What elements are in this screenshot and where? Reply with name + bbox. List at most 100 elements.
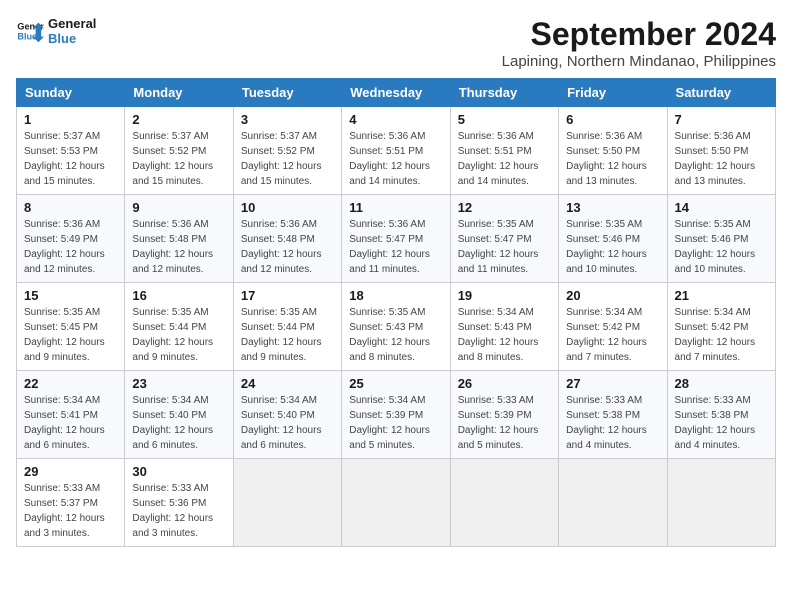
day-info: Sunrise: 5:35 AMSunset: 5:46 PMDaylight:… xyxy=(566,217,659,277)
day-number: 9 xyxy=(132,200,225,215)
day-info: Sunrise: 5:36 AMSunset: 5:50 PMDaylight:… xyxy=(675,129,768,189)
calendar-header-tuesday: Tuesday xyxy=(233,79,341,107)
day-number: 12 xyxy=(458,200,551,215)
calendar-cell: 14 Sunrise: 5:35 AMSunset: 5:46 PMDaylig… xyxy=(667,195,775,283)
day-info: Sunrise: 5:37 AMSunset: 5:52 PMDaylight:… xyxy=(241,129,334,189)
day-info: Sunrise: 5:35 AMSunset: 5:44 PMDaylight:… xyxy=(241,305,334,365)
day-info: Sunrise: 5:36 AMSunset: 5:48 PMDaylight:… xyxy=(241,217,334,277)
day-info: Sunrise: 5:33 AMSunset: 5:36 PMDaylight:… xyxy=(132,481,225,541)
calendar-cell: 27 Sunrise: 5:33 AMSunset: 5:38 PMDaylig… xyxy=(559,371,667,459)
day-number: 24 xyxy=(241,376,334,391)
calendar-cell: 18 Sunrise: 5:35 AMSunset: 5:43 PMDaylig… xyxy=(342,283,450,371)
calendar-cell: 10 Sunrise: 5:36 AMSunset: 5:48 PMDaylig… xyxy=(233,195,341,283)
calendar-cell: 24 Sunrise: 5:34 AMSunset: 5:40 PMDaylig… xyxy=(233,371,341,459)
header: General Blue General Blue September 2024… xyxy=(16,16,776,70)
calendar-cell: 26 Sunrise: 5:33 AMSunset: 5:39 PMDaylig… xyxy=(450,371,558,459)
calendar-cell: 25 Sunrise: 5:34 AMSunset: 5:39 PMDaylig… xyxy=(342,371,450,459)
calendar-cell xyxy=(233,459,341,547)
day-number: 14 xyxy=(675,200,768,215)
day-info: Sunrise: 5:36 AMSunset: 5:47 PMDaylight:… xyxy=(349,217,442,277)
day-info: Sunrise: 5:33 AMSunset: 5:39 PMDaylight:… xyxy=(458,393,551,453)
calendar-cell: 3 Sunrise: 5:37 AMSunset: 5:52 PMDayligh… xyxy=(233,107,341,195)
calendar-cell: 13 Sunrise: 5:35 AMSunset: 5:46 PMDaylig… xyxy=(559,195,667,283)
svg-text:Blue: Blue xyxy=(17,31,37,41)
day-number: 3 xyxy=(241,112,334,127)
day-info: Sunrise: 5:36 AMSunset: 5:49 PMDaylight:… xyxy=(24,217,117,277)
day-info: Sunrise: 5:34 AMSunset: 5:43 PMDaylight:… xyxy=(458,305,551,365)
day-number: 28 xyxy=(675,376,768,391)
day-info: Sunrise: 5:37 AMSunset: 5:52 PMDaylight:… xyxy=(132,129,225,189)
calendar-week-3: 15 Sunrise: 5:35 AMSunset: 5:45 PMDaylig… xyxy=(17,283,776,371)
calendar-header-saturday: Saturday xyxy=(667,79,775,107)
month-title: September 2024 xyxy=(502,16,776,53)
logo-icon: General Blue xyxy=(16,17,44,45)
day-info: Sunrise: 5:34 AMSunset: 5:42 PMDaylight:… xyxy=(566,305,659,365)
calendar-cell: 15 Sunrise: 5:35 AMSunset: 5:45 PMDaylig… xyxy=(17,283,125,371)
calendar-cell: 20 Sunrise: 5:34 AMSunset: 5:42 PMDaylig… xyxy=(559,283,667,371)
calendar-week-1: 1 Sunrise: 5:37 AMSunset: 5:53 PMDayligh… xyxy=(17,107,776,195)
calendar-cell: 19 Sunrise: 5:34 AMSunset: 5:43 PMDaylig… xyxy=(450,283,558,371)
calendar-cell: 6 Sunrise: 5:36 AMSunset: 5:50 PMDayligh… xyxy=(559,107,667,195)
calendar-week-5: 29 Sunrise: 5:33 AMSunset: 5:37 PMDaylig… xyxy=(17,459,776,547)
day-info: Sunrise: 5:35 AMSunset: 5:46 PMDaylight:… xyxy=(675,217,768,277)
day-number: 6 xyxy=(566,112,659,127)
calendar-week-2: 8 Sunrise: 5:36 AMSunset: 5:49 PMDayligh… xyxy=(17,195,776,283)
calendar-header-row: SundayMondayTuesdayWednesdayThursdayFrid… xyxy=(17,79,776,107)
day-info: Sunrise: 5:33 AMSunset: 5:37 PMDaylight:… xyxy=(24,481,117,541)
day-number: 5 xyxy=(458,112,551,127)
day-info: Sunrise: 5:34 AMSunset: 5:40 PMDaylight:… xyxy=(241,393,334,453)
calendar-header-sunday: Sunday xyxy=(17,79,125,107)
calendar-cell: 21 Sunrise: 5:34 AMSunset: 5:42 PMDaylig… xyxy=(667,283,775,371)
calendar-cell: 12 Sunrise: 5:35 AMSunset: 5:47 PMDaylig… xyxy=(450,195,558,283)
day-number: 2 xyxy=(132,112,225,127)
day-number: 8 xyxy=(24,200,117,215)
calendar-week-4: 22 Sunrise: 5:34 AMSunset: 5:41 PMDaylig… xyxy=(17,371,776,459)
day-number: 13 xyxy=(566,200,659,215)
calendar-header-monday: Monday xyxy=(125,79,233,107)
calendar-cell: 5 Sunrise: 5:36 AMSunset: 5:51 PMDayligh… xyxy=(450,107,558,195)
day-number: 23 xyxy=(132,376,225,391)
calendar-cell: 7 Sunrise: 5:36 AMSunset: 5:50 PMDayligh… xyxy=(667,107,775,195)
day-info: Sunrise: 5:34 AMSunset: 5:39 PMDaylight:… xyxy=(349,393,442,453)
day-info: Sunrise: 5:36 AMSunset: 5:51 PMDaylight:… xyxy=(458,129,551,189)
calendar-header-thursday: Thursday xyxy=(450,79,558,107)
day-number: 29 xyxy=(24,464,117,479)
day-info: Sunrise: 5:35 AMSunset: 5:44 PMDaylight:… xyxy=(132,305,225,365)
calendar-cell: 30 Sunrise: 5:33 AMSunset: 5:36 PMDaylig… xyxy=(125,459,233,547)
calendar-cell: 4 Sunrise: 5:36 AMSunset: 5:51 PMDayligh… xyxy=(342,107,450,195)
calendar-cell: 28 Sunrise: 5:33 AMSunset: 5:38 PMDaylig… xyxy=(667,371,775,459)
day-number: 18 xyxy=(349,288,442,303)
calendar-cell: 23 Sunrise: 5:34 AMSunset: 5:40 PMDaylig… xyxy=(125,371,233,459)
calendar-cell: 29 Sunrise: 5:33 AMSunset: 5:37 PMDaylig… xyxy=(17,459,125,547)
day-number: 15 xyxy=(24,288,117,303)
calendar-cell: 9 Sunrise: 5:36 AMSunset: 5:48 PMDayligh… xyxy=(125,195,233,283)
day-info: Sunrise: 5:36 AMSunset: 5:51 PMDaylight:… xyxy=(349,129,442,189)
day-info: Sunrise: 5:35 AMSunset: 5:43 PMDaylight:… xyxy=(349,305,442,365)
day-info: Sunrise: 5:34 AMSunset: 5:41 PMDaylight:… xyxy=(24,393,117,453)
day-info: Sunrise: 5:34 AMSunset: 5:42 PMDaylight:… xyxy=(675,305,768,365)
day-number: 11 xyxy=(349,200,442,215)
day-number: 16 xyxy=(132,288,225,303)
day-number: 17 xyxy=(241,288,334,303)
day-number: 1 xyxy=(24,112,117,127)
calendar-header-wednesday: Wednesday xyxy=(342,79,450,107)
calendar-cell: 2 Sunrise: 5:37 AMSunset: 5:52 PMDayligh… xyxy=(125,107,233,195)
calendar-header-friday: Friday xyxy=(559,79,667,107)
calendar-cell: 16 Sunrise: 5:35 AMSunset: 5:44 PMDaylig… xyxy=(125,283,233,371)
title-area: September 2024 Lapining, Northern Mindan… xyxy=(502,16,776,70)
logo-line1: General xyxy=(48,16,96,31)
calendar-cell xyxy=(559,459,667,547)
calendar-cell xyxy=(450,459,558,547)
calendar-cell xyxy=(342,459,450,547)
day-info: Sunrise: 5:35 AMSunset: 5:45 PMDaylight:… xyxy=(24,305,117,365)
logo-line2: Blue xyxy=(48,31,96,46)
day-number: 26 xyxy=(458,376,551,391)
day-info: Sunrise: 5:36 AMSunset: 5:48 PMDaylight:… xyxy=(132,217,225,277)
calendar-cell: 22 Sunrise: 5:34 AMSunset: 5:41 PMDaylig… xyxy=(17,371,125,459)
day-info: Sunrise: 5:34 AMSunset: 5:40 PMDaylight:… xyxy=(132,393,225,453)
calendar-cell: 17 Sunrise: 5:35 AMSunset: 5:44 PMDaylig… xyxy=(233,283,341,371)
day-info: Sunrise: 5:33 AMSunset: 5:38 PMDaylight:… xyxy=(566,393,659,453)
calendar-body: 1 Sunrise: 5:37 AMSunset: 5:53 PMDayligh… xyxy=(17,107,776,547)
day-number: 27 xyxy=(566,376,659,391)
calendar-cell: 1 Sunrise: 5:37 AMSunset: 5:53 PMDayligh… xyxy=(17,107,125,195)
